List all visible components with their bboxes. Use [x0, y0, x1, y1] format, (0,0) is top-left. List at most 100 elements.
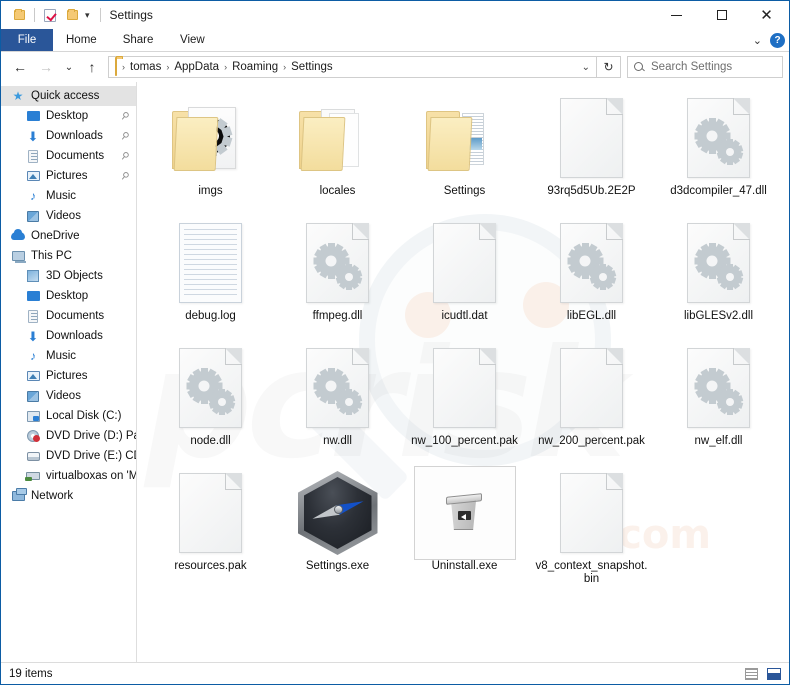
- dll-file-icon: [560, 223, 623, 303]
- pin-icon[interactable]: ⚲: [118, 109, 131, 122]
- pin-icon[interactable]: ⚲: [118, 149, 131, 162]
- file-item[interactable]: imgs: [147, 88, 274, 213]
- 3d-objects-icon: [25, 268, 41, 284]
- sidebar-item-desktop[interactable]: Desktop: [1, 286, 136, 306]
- sidebar-item-videos[interactable]: Videos: [1, 206, 136, 226]
- file-item[interactable]: 93rq5d5Ub.2E2P: [528, 88, 655, 213]
- desktop-icon: [25, 108, 41, 124]
- file-icon-wrap: [288, 342, 388, 434]
- sidebar-item-videos[interactable]: Videos: [1, 386, 136, 406]
- network-drive-icon: [25, 468, 41, 484]
- maximize-button[interactable]: [699, 1, 744, 29]
- folder-icon: [115, 57, 117, 76]
- sidebar-item-virtualboxas-on-ma[interactable]: virtualboxas on 'Ma: [1, 466, 136, 486]
- sidebar-item-downloads[interactable]: ⬇ Downloads ⚲: [1, 126, 136, 146]
- details-view-icon[interactable]: [745, 667, 758, 680]
- tab-view[interactable]: View: [166, 29, 218, 51]
- file-item[interactable]: libGLESv2.dll: [655, 213, 782, 338]
- quick-access-caret-icon[interactable]: ▾: [83, 10, 92, 21]
- breadcrumb-item-appdata[interactable]: AppData: [170, 57, 223, 77]
- sidebar-item-dvd-drive-e-cdro[interactable]: DVD Drive (E:) CDRO: [1, 446, 136, 466]
- breadcrumb-item-roaming[interactable]: Roaming: [228, 57, 282, 77]
- sidebar-item-quick-access[interactable]: ★ Quick access: [1, 86, 136, 106]
- help-icon[interactable]: ?: [770, 33, 785, 48]
- file-item[interactable]: resources.pak: [147, 463, 274, 588]
- sidebar-item-dvd-drive-d-paral[interactable]: DVD Drive (D:) Paral: [1, 426, 136, 446]
- file-item[interactable]: d3dcompiler_47.dll: [655, 88, 782, 213]
- sidebar-item-3d-objects[interactable]: 3D Objects: [1, 266, 136, 286]
- folder-stack-icon: [425, 105, 504, 171]
- file-item[interactable]: nw_100_percent.pak: [401, 338, 528, 463]
- sidebar-item-this-pc[interactable]: This PC: [1, 246, 136, 266]
- forward-button[interactable]: →: [33, 55, 59, 79]
- chevron-down-icon[interactable]: ⌄: [582, 62, 590, 73]
- file-item[interactable]: Settings: [401, 88, 528, 213]
- large-icons-view-icon[interactable]: [767, 667, 781, 680]
- tab-home[interactable]: Home: [53, 29, 110, 51]
- breadcrumb-item-settings[interactable]: Settings: [287, 57, 337, 77]
- sidebar-item-local-disk-c[interactable]: Local Disk (C:): [1, 406, 136, 426]
- file-name-label: Uninstall.exe: [431, 560, 498, 572]
- file-item[interactable]: libEGL.dll: [528, 213, 655, 338]
- sidebar-item-pictures[interactable]: Pictures ⚲: [1, 166, 136, 186]
- pin-icon[interactable]: ⚲: [118, 129, 131, 142]
- search-placeholder: Search Settings: [651, 61, 733, 73]
- documents-icon: [25, 148, 41, 164]
- file-name-label: nw_200_percent.pak: [538, 435, 645, 447]
- file-list-pane[interactable]: pcrisk .com imgs locales Settings 93rq5d5Ub…: [137, 82, 789, 662]
- file-item[interactable]: node.dll: [147, 338, 274, 463]
- file-item[interactable]: Uninstall.exe: [401, 463, 528, 588]
- sidebar-item-pictures[interactable]: Pictures: [1, 366, 136, 386]
- file-item[interactable]: Settings.exe: [274, 463, 401, 588]
- sidebar-item-documents[interactable]: Documents ⚲: [1, 146, 136, 166]
- file-item[interactable]: nw_elf.dll: [655, 338, 782, 463]
- chevron-down-icon[interactable]: ⌄: [753, 34, 762, 47]
- file-grid[interactable]: imgs locales Settings 93rq5d5Ub.2E2P d3dcomp…: [147, 88, 789, 588]
- new-folder-icon[interactable]: [61, 4, 83, 26]
- close-button[interactable]: ✕: [744, 1, 789, 29]
- search-input[interactable]: Search Settings: [627, 56, 783, 78]
- tab-share[interactable]: Share: [110, 29, 167, 51]
- sidebar-item-documents[interactable]: Documents: [1, 306, 136, 326]
- file-item[interactable]: v8_context_snapshot.bin: [528, 463, 655, 588]
- file-item[interactable]: nw_200_percent.pak: [528, 338, 655, 463]
- up-button[interactable]: ↑: [79, 55, 105, 79]
- file-icon-wrap: [542, 467, 642, 559]
- file-icon-wrap: [542, 342, 642, 434]
- properties-icon[interactable]: [39, 4, 61, 26]
- file-item[interactable]: nw.dll: [274, 338, 401, 463]
- sidebar-item-downloads[interactable]: ⬇ Downloads: [1, 326, 136, 346]
- cloud-icon: [10, 228, 26, 244]
- sidebar-item-music[interactable]: ♪ Music: [1, 346, 136, 366]
- pin-icon[interactable]: ⚲: [118, 169, 131, 182]
- file-item[interactable]: debug.log: [147, 213, 274, 338]
- sidebar-item-network[interactable]: Network: [1, 486, 136, 506]
- log-file-icon: [179, 223, 242, 303]
- navigation-pane[interactable]: ★ Quick access Desktop ⚲ ⬇ Downloads ⚲ Document…: [1, 82, 137, 662]
- refresh-button[interactable]: ↻: [597, 56, 621, 78]
- sidebar-item-label: Pictures: [46, 370, 88, 382]
- back-button[interactable]: ←: [7, 55, 33, 79]
- file-name-label: nw.dll: [323, 435, 352, 447]
- breadcrumb-item-tomas[interactable]: tomas: [126, 57, 165, 77]
- file-item[interactable]: locales: [274, 88, 401, 213]
- file-item[interactable]: icudtl.dat: [401, 213, 528, 338]
- downloads-icon: ⬇: [27, 328, 39, 344]
- sidebar-item-desktop[interactable]: Desktop ⚲: [1, 106, 136, 126]
- tab-file[interactable]: File: [1, 29, 53, 51]
- network-icon: [10, 488, 27, 504]
- folder-icon[interactable]: [8, 4, 30, 26]
- sidebar-item-onedrive[interactable]: OneDrive: [1, 226, 136, 246]
- title-bar: ▾ Settings ✕: [1, 1, 789, 29]
- breadcrumb[interactable]: › tomas › AppData › Roaming › Settings ⌄: [108, 56, 597, 78]
- status-bar: 19 items: [1, 662, 789, 684]
- file-icon-wrap: [669, 92, 769, 184]
- minimize-button[interactable]: [654, 1, 699, 29]
- file-item[interactable]: ffmpeg.dll: [274, 213, 401, 338]
- recent-locations-button[interactable]: ⌄: [59, 55, 79, 79]
- gear-teeth: [716, 264, 744, 290]
- sidebar-item-music[interactable]: ♪ Music: [1, 186, 136, 206]
- sidebar-item-label: Desktop: [46, 290, 89, 302]
- music-icon: ♪: [30, 349, 36, 363]
- view-toggles: [745, 667, 781, 680]
